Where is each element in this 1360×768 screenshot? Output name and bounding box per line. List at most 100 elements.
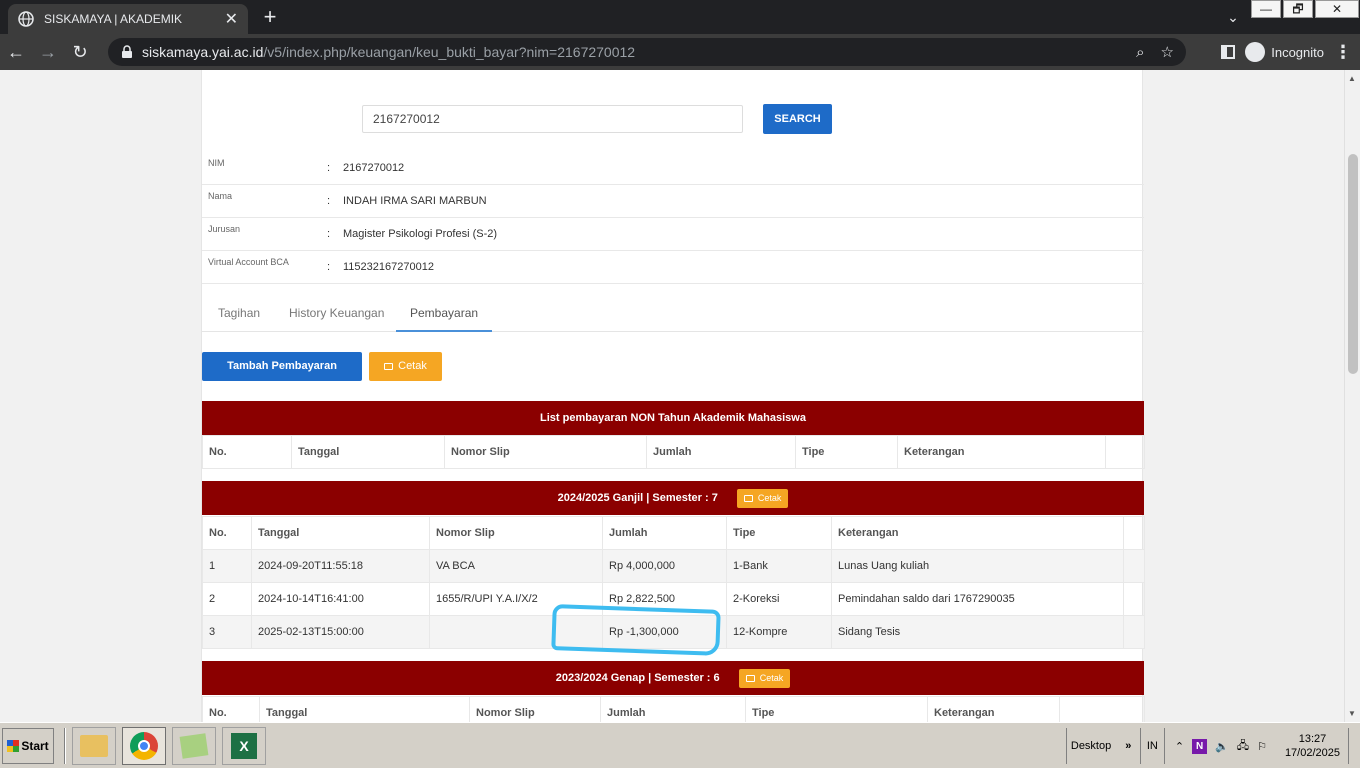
- kebab-menu-icon[interactable]: ⋮: [1334, 42, 1352, 63]
- cell-no: 3: [202, 615, 252, 649]
- network-icon[interactable]: 🖧: [1237, 737, 1249, 756]
- desktop-chevron-icon[interactable]: »: [1125, 740, 1131, 752]
- semester-title: 2023/2024 Genap | Semester : 6: [555, 672, 720, 684]
- semester-header: 2024/2025 Ganjil | Semester : 7 Cetak: [202, 481, 1144, 515]
- printer-icon: [745, 674, 755, 682]
- flag-icon[interactable]: ⚐: [1257, 740, 1267, 753]
- incognito-icon: [1245, 42, 1266, 62]
- onenote-icon[interactable]: N: [1192, 738, 1208, 754]
- restore-button[interactable]: 🗗: [1283, 0, 1313, 18]
- forward-arrow-icon[interactable]: →: [32, 36, 64, 68]
- cell-keterangan: Pemindahan saldo dari 1767290035: [831, 582, 1124, 616]
- incognito-indicator[interactable]: Incognito: [1245, 42, 1324, 62]
- cell-tipe: 1-Bank: [726, 549, 832, 583]
- cell-no: 1: [202, 549, 252, 583]
- url-path: /v5/index.php/keuangan/keu_bukti_bayar?n…: [263, 44, 636, 60]
- desktop-label: Desktop: [1070, 740, 1112, 752]
- semester-print-button[interactable]: Cetak: [736, 488, 789, 508]
- cell-nomor-slip: VA BCA: [429, 549, 603, 583]
- col-tanggal: Tanggal: [259, 696, 470, 722]
- col-nomor-slip: Nomor Slip: [444, 435, 647, 469]
- finance-tabs: Tagihan History Keuangan Pembayaran: [202, 284, 1144, 332]
- lock-icon: [122, 45, 132, 58]
- col-jumlah: Jumlah: [646, 435, 796, 469]
- table-row: 1 2024-09-20T11:55:18 VA BCA Rp 4,000,00…: [202, 549, 1145, 583]
- cell-keterangan: Lunas Uang kuliah: [831, 549, 1124, 583]
- system-clock[interactable]: 13:27 17/02/2025: [1277, 732, 1348, 760]
- info-colon: :: [327, 228, 331, 240]
- system-tray: ⌃ N 🔈 🖧 ⚐: [1163, 728, 1277, 764]
- semester-header: 2023/2024 Genap | Semester : 6 Cetak: [202, 661, 1144, 695]
- col-blank: [1059, 696, 1145, 722]
- taskbar-file-manager[interactable]: [72, 726, 116, 765]
- os-taskbar: Start X Desktop » IN ⌃ N 🔈 🖧 ⚐ 13:27 17/…: [0, 722, 1360, 768]
- cell-tanggal: 2024-09-20T11:55:18: [251, 549, 430, 583]
- windows-logo-icon: [7, 739, 20, 752]
- nim-search-input[interactable]: 2167270012: [362, 105, 743, 133]
- start-label: Start: [21, 738, 49, 753]
- info-value: Magister Psikologi Profesi (S-2): [343, 228, 498, 240]
- col-tipe: Tipe: [726, 516, 832, 550]
- cell-no: 2: [202, 582, 252, 616]
- new-tab-button[interactable]: +: [258, 4, 282, 30]
- address-bar[interactable]: siskamaya.yai.ac.id/v5/index.php/keuanga…: [108, 38, 1186, 66]
- volume-icon[interactable]: 🔈: [1215, 740, 1229, 753]
- taskbar-chrome[interactable]: [122, 726, 166, 765]
- info-row-jurusan: Jurusan : Magister Psikologi Profesi (S-…: [202, 218, 1144, 251]
- scroll-up-arrow-icon[interactable]: ▲: [1348, 74, 1356, 83]
- tab-tagihan[interactable]: Tagihan: [218, 306, 260, 330]
- tab-close-icon[interactable]: ✕: [225, 9, 238, 29]
- add-payment-button[interactable]: Tambah Pembayaran: [202, 352, 362, 381]
- printer-icon: [743, 494, 753, 502]
- page-scrollbar[interactable]: ▲ ▼: [1344, 70, 1360, 722]
- scroll-down-arrow-icon[interactable]: ▼: [1348, 709, 1356, 718]
- toolbar-right: Incognito ⋮: [1221, 38, 1352, 66]
- non-academic-header: List pembayaran NON Tahun Akademik Mahas…: [202, 401, 1144, 435]
- back-arrow-icon[interactable]: ←: [0, 36, 32, 68]
- info-colon: :: [327, 195, 331, 207]
- tab-search-chevron-icon[interactable]: ⌄: [1216, 0, 1250, 34]
- search-row: 2167270012 SEARCH: [362, 104, 832, 134]
- search-button[interactable]: SEARCH: [763, 104, 832, 134]
- start-button[interactable]: Start: [2, 727, 54, 764]
- cell-tanggal: 2024-10-14T16:41:00: [251, 582, 430, 616]
- language-indicator[interactable]: IN: [1139, 728, 1164, 764]
- browser-toolbar: ← → ↻ siskamaya.yai.ac.id/v5/index.php/k…: [0, 34, 1360, 70]
- browser-tab[interactable]: SISKAMAYA | AKADEMIK ✕: [8, 4, 248, 34]
- cell-blank: [1123, 615, 1145, 649]
- print-label: Cetak: [398, 360, 427, 372]
- col-no: No.: [202, 696, 260, 722]
- taskbar-excel[interactable]: X: [222, 726, 266, 765]
- taskbar-files[interactable]: [172, 726, 216, 765]
- printer-icon: [384, 363, 394, 370]
- semester-print-label: Cetak: [757, 492, 782, 503]
- zoom-search-icon[interactable]: ⌕: [1136, 44, 1144, 61]
- table-header-row: No. Tanggal Nomor Slip Jumlah Tipe Keter…: [202, 696, 1145, 722]
- desktop-toolbar[interactable]: Desktop »: [1065, 728, 1140, 764]
- show-desktop-button[interactable]: [1348, 728, 1360, 764]
- minimize-button[interactable]: —: [1251, 0, 1281, 18]
- globe-icon: [18, 11, 34, 27]
- tab-pembayaran[interactable]: Pembayaran: [396, 306, 493, 332]
- side-panel-icon[interactable]: [1221, 45, 1236, 59]
- taskbar-separator: [64, 727, 66, 764]
- reload-icon[interactable]: ↻: [64, 36, 96, 68]
- bookmark-star-icon[interactable]: ☆: [1161, 43, 1174, 61]
- col-no: No.: [202, 516, 252, 550]
- info-label: NIM: [208, 158, 225, 168]
- info-row-virtual-account: Virtual Account BCA : 115232167270012: [202, 251, 1144, 284]
- print-button[interactable]: Cetak: [369, 352, 442, 381]
- scrollbar-thumb[interactable]: [1348, 154, 1358, 374]
- info-value: 115232167270012: [343, 261, 434, 273]
- close-window-button[interactable]: ✕: [1315, 0, 1359, 18]
- col-nomor-slip: Nomor Slip: [429, 516, 603, 550]
- semester-print-button[interactable]: Cetak: [738, 668, 791, 688]
- tab-history-keuangan[interactable]: History Keuangan: [289, 306, 384, 330]
- col-blank: [1105, 435, 1145, 469]
- col-blank: [1123, 516, 1145, 550]
- col-jumlah: Jumlah: [600, 696, 746, 722]
- clock-date: 17/02/2025: [1284, 747, 1340, 759]
- tray-expand-icon[interactable]: ⌃: [1175, 740, 1184, 753]
- col-no: No.: [202, 435, 292, 469]
- semester-table: No. Tanggal Nomor Slip Jumlah Tipe Keter…: [202, 696, 1145, 722]
